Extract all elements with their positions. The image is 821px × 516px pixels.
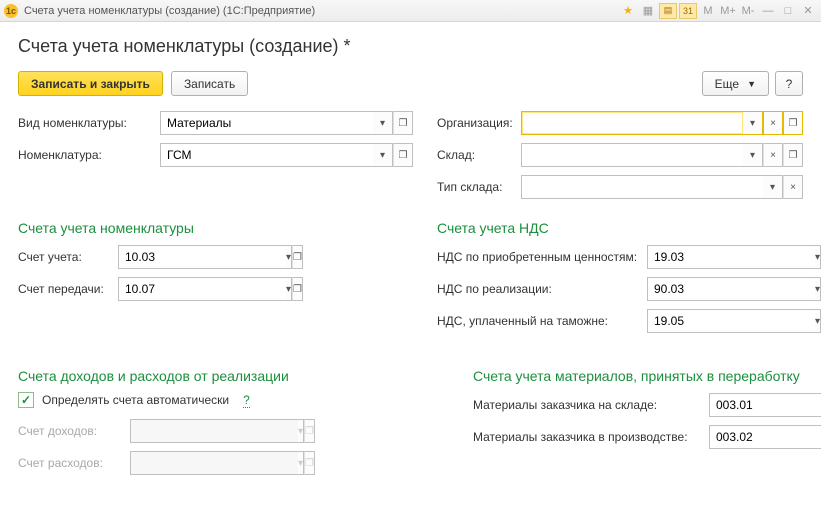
vat-sale-label: НДС по реализации: [437,282,647,296]
income-account-label: Счет доходов: [18,424,130,438]
income-account-field [130,419,298,443]
warehouse-input[interactable]: ▾ × ❐ [521,143,803,167]
account-label: Счет учета: [18,250,118,264]
dropdown-icon[interactable]: ▾ [743,143,763,167]
expense-account-field [130,451,298,475]
warehouse-type-input[interactable]: ▾ × [521,175,803,199]
vat-sale-input[interactable]: ▾ ❐ [647,277,777,301]
nomenclature-type-field[interactable] [160,111,373,135]
vat-sale-field[interactable] [647,277,815,301]
organization-input[interactable]: ▾ × ❐ [521,111,803,135]
minimize-icon[interactable]: — [759,3,777,19]
section-vat-accounts: Счета учета НДС [437,220,803,236]
account-field[interactable] [118,245,286,269]
more-button-label: Еще [715,77,739,91]
clear-icon[interactable]: × [763,143,783,167]
account-input[interactable]: ▾ ❐ [118,245,248,269]
warehouse-field[interactable] [521,143,743,167]
dropdown-icon[interactable]: ▾ [373,143,393,167]
page-title: Счета учета номенклатуры (создание) * [18,36,803,57]
maximize-icon[interactable]: □ [779,3,797,19]
transfer-account-field[interactable] [118,277,286,301]
favorite-icon[interactable]: ★ [619,3,637,19]
mem-mplus-button[interactable]: M+ [719,3,737,19]
mem-mminus-button[interactable]: M- [739,3,757,19]
vat-purchase-field[interactable] [647,245,815,269]
warehouse-type-label: Тип склада: [437,180,521,194]
save-button[interactable]: Записать [171,71,248,96]
open-icon[interactable]: ❐ [292,245,303,269]
vat-customs-field[interactable] [647,309,815,333]
vat-customs-input[interactable]: ▾ ❐ [647,309,777,333]
calendar-icon[interactable]: 31 [679,3,697,19]
section-income-expense: Счета доходов и расходов от реализации [18,368,463,384]
vat-customs-label: НДС, уплаченный на таможне: [437,314,647,328]
grid-icon[interactable]: ▦ [639,3,657,19]
chevron-down-icon: ▼ [747,79,756,89]
expense-account-label: Счет расходов: [18,456,130,470]
app-icon: 1c [4,4,18,18]
help-button[interactable]: ? [775,71,803,96]
auto-accounts-label: Определять счета автоматически [42,393,229,407]
clear-icon[interactable]: × [783,175,803,199]
vat-purchase-input[interactable]: ▾ ❐ [647,245,777,269]
help-icon[interactable]: ? [243,393,250,408]
section-nomenclature-accounts: Счета учета номенклатуры [18,220,413,236]
vat-purchase-label: НДС по приобретенным ценностям: [437,250,647,264]
clear-icon[interactable]: × [763,111,783,135]
customer-warehouse-field[interactable] [709,393,821,417]
window-title: Счета учета номенклатуры (создание) (1С:… [24,5,619,17]
customer-production-label: Материалы заказчика в производстве: [473,430,709,444]
open-icon[interactable]: ❐ [292,277,303,301]
toolbar: Записать и закрыть Записать Еще ▼ ? [18,71,803,96]
nomenclature-input[interactable]: ▾ ❐ [160,143,413,167]
customer-production-field[interactable] [709,425,821,449]
calc-icon[interactable]: ▤ [659,3,677,19]
auto-accounts-checkbox[interactable] [18,392,34,408]
dropdown-icon[interactable]: ▾ [763,175,783,199]
save-close-button[interactable]: Записать и закрыть [18,71,163,96]
mem-m-button[interactable]: M [699,3,717,19]
more-button[interactable]: Еще ▼ [702,71,769,96]
nomenclature-field[interactable] [160,143,373,167]
close-icon[interactable]: ✕ [799,3,817,19]
open-icon[interactable]: ❐ [393,111,413,135]
customer-production-input[interactable]: ▾ ❐ [709,425,821,449]
open-icon[interactable]: ❐ [783,143,803,167]
organization-field[interactable] [521,111,743,135]
open-icon: ❐ [304,419,315,443]
dropdown-icon[interactable]: ▾ [373,111,393,135]
window-titlebar: 1c Счета учета номенклатуры (создание) (… [0,0,821,22]
organization-label: Организация: [437,116,521,130]
section-processing-materials: Счета учета материалов, принятых в перер… [473,368,821,384]
nomenclature-type-label: Вид номенклатуры: [18,116,160,130]
expense-account-input: ▾ ❐ [130,451,260,475]
transfer-account-input[interactable]: ▾ ❐ [118,277,248,301]
open-icon[interactable]: ❐ [393,143,413,167]
customer-warehouse-label: Материалы заказчика на складе: [473,398,709,412]
open-icon[interactable]: ❐ [783,111,803,135]
dropdown-icon[interactable]: ▾ [743,111,763,135]
warehouse-label: Склад: [437,148,521,162]
open-icon: ❐ [304,451,315,475]
income-account-input: ▾ ❐ [130,419,260,443]
customer-warehouse-input[interactable]: ▾ ❐ [709,393,821,417]
titlebar-actions: ★ ▦ ▤ 31 M M+ M- — □ ✕ [619,3,817,19]
warehouse-type-field[interactable] [521,175,763,199]
transfer-account-label: Счет передачи: [18,282,118,296]
nomenclature-label: Номенклатура: [18,148,160,162]
nomenclature-type-input[interactable]: ▾ ❐ [160,111,413,135]
